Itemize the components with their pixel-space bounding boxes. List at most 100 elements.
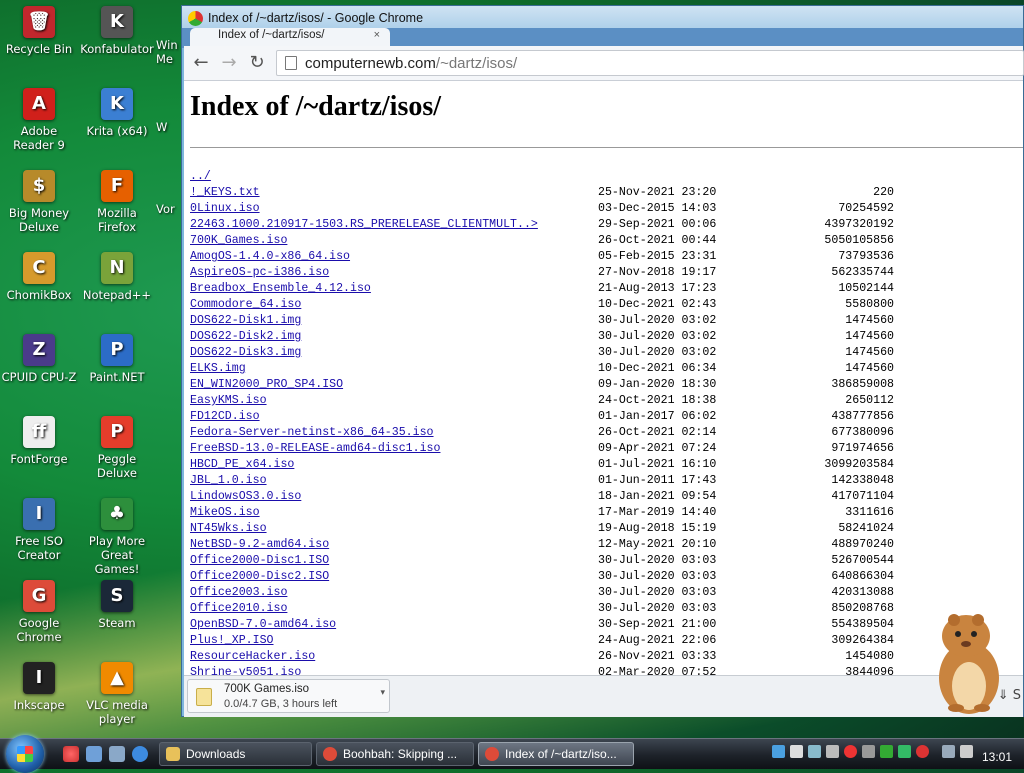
file-size: 220 <box>873 186 894 199</box>
desktop-icon[interactable]: P Paint.NET <box>78 334 156 384</box>
file-link[interactable]: AspireOS-pc-i386.iso <box>190 265 329 281</box>
desktop-icon[interactable]: N Notepad++ <box>78 252 156 302</box>
desktop-icon[interactable]: I Free ISO Creator <box>0 498 78 562</box>
file-link[interactable]: Commodore_64.iso <box>190 297 301 313</box>
file-link[interactable]: Fedora-Server-netinst-x86_64-35.iso <box>190 425 434 441</box>
quicklaunch-chrome-icon[interactable] <box>63 746 79 762</box>
file-link[interactable]: LindowsOS3.0.iso <box>190 489 301 505</box>
file-link[interactable]: FD12CD.iso <box>190 409 260 425</box>
tray-update-icon[interactable] <box>880 745 893 758</box>
tray-volume-icon[interactable] <box>960 745 973 758</box>
desktop-icon-label: VLC media player <box>86 698 148 726</box>
file-link[interactable]: Office2003.iso <box>190 585 287 601</box>
quicklaunch-show-desktop-icon[interactable] <box>86 746 102 762</box>
file-link[interactable]: DOS622-Disk3.img <box>190 345 301 361</box>
tray-network-icon[interactable] <box>772 745 785 758</box>
desktop-icon[interactable]: K Konfabulator <box>78 6 156 56</box>
file-row: !_KEYS.txt 25-Nov-2021 23:20 220 <box>190 185 1020 201</box>
file-link[interactable]: 700K_Games.iso <box>190 233 287 249</box>
download-item[interactable]: 700K Games.iso 0.0/4.7 GB, 3 hours left … <box>187 679 390 713</box>
tray-stop-icon[interactable] <box>916 745 929 758</box>
big-money-icon: $ <box>23 170 55 202</box>
taskbar-button[interactable]: Downloads <box>159 742 312 766</box>
tab-index-of-isos[interactable]: Index of /~dartz/isos/ × <box>190 28 390 46</box>
desktop-icon[interactable]: F Mozilla Firefox <box>78 170 156 234</box>
desktop-icon[interactable]: P Peggle Deluxe <box>78 416 156 480</box>
file-link[interactable]: JBL_1.0.iso <box>190 473 267 489</box>
file-link[interactable]: Breadbox_Ensemble_4.12.iso <box>190 281 371 297</box>
desktop-icon[interactable]: $ Big Money Deluxe <box>0 170 78 234</box>
desktop-icon[interactable]: I Inkscape <box>0 662 78 712</box>
taskbar-button-label: Boohbah: Skipping ... <box>343 747 458 761</box>
file-row: FD12CD.iso 01-Jan-2017 06:02 438777856 <box>190 409 1020 425</box>
url-domain: computernewb.com <box>305 55 436 72</box>
desktop-icon[interactable]: C ChomikBox <box>0 252 78 302</box>
desktop-icon[interactable]: 🗑 Recycle Bin <box>0 6 78 56</box>
file-link[interactable]: !_KEYS.txt <box>190 185 260 201</box>
tray-alert-icon[interactable] <box>844 745 857 758</box>
desktop-icon-label: Free ISO Creator <box>15 534 63 562</box>
file-row: FreeBSD-13.0-RELEASE-amd64-disc1.iso 09-A… <box>190 441 1020 457</box>
file-row: JBL_1.0.iso 01-Jun-2011 17:43 142338048 <box>190 473 1020 489</box>
desktop-icon[interactable]: ▲ VLC media player <box>78 662 156 726</box>
desktop-icon[interactable]: ff FontForge <box>0 416 78 466</box>
tray-app-icon[interactable] <box>862 745 875 758</box>
page-title: Index of /~dartz/isos/ <box>190 91 442 122</box>
play-more-games-icon: ♣ <box>101 498 133 530</box>
tray-security-icon[interactable] <box>898 745 911 758</box>
file-row: Office2003.iso 30-Jul-2020 03:03 420313088 <box>190 585 1020 601</box>
file-size: 850208768 <box>831 602 894 615</box>
file-row: 700K_Games.iso 26-Oct-2021 00:44 505010585… <box>190 233 1020 249</box>
tray-monitor-icon[interactable] <box>790 745 803 758</box>
file-link[interactable]: OpenBSD-7.0-amd64.iso <box>190 617 336 633</box>
file-link[interactable]: 22463.1000.210917-1503.RS_PRERELEASE_CLI… <box>190 217 538 233</box>
parent-directory-link[interactable]: ../ <box>190 169 211 185</box>
file-link[interactable]: NetBSD-9.2-amd64.iso <box>190 537 329 553</box>
desktop-icon[interactable]: Z CPUID CPU-Z <box>0 334 78 384</box>
desktop-icon[interactable]: G Google Chrome <box>0 580 78 644</box>
quicklaunch-switch-windows-icon[interactable] <box>109 746 125 762</box>
file-link[interactable]: Shrine-v5051.iso <box>190 665 301 675</box>
file-link[interactable]: Office2000-Disc1.ISO <box>190 553 329 569</box>
back-button[interactable]: ← <box>190 52 212 74</box>
file-link[interactable]: DOS622-Disk2.img <box>190 329 301 345</box>
file-link[interactable]: FreeBSD-13.0-RELEASE-amd64-disc1.iso <box>190 441 440 457</box>
file-link[interactable]: EN_WIN2000_PRO_SP4.ISO <box>190 377 343 393</box>
file-link[interactable]: ELKS.img <box>190 361 246 377</box>
quicklaunch-internet-explorer-icon[interactable] <box>132 746 148 762</box>
file-link[interactable]: MikeOS.iso <box>190 505 260 521</box>
chevron-down-icon[interactable]: ▾ <box>380 688 385 698</box>
file-link[interactable]: Plus!_XP.ISO <box>190 633 274 649</box>
file-link[interactable]: NT45Wks.iso <box>190 521 267 537</box>
desktop-icon[interactable]: A Adobe Reader 9 <box>0 88 78 152</box>
file-link[interactable]: Office2010.iso <box>190 601 287 617</box>
windows-logo-icon <box>17 746 33 762</box>
tray-usb-icon[interactable] <box>826 745 839 758</box>
taskbar-button[interactable]: Boohbah: Skipping ... <box>316 742 474 766</box>
desktop-icon[interactable]: K Krita (x64) <box>78 88 156 138</box>
adobe-reader-icon: A <box>23 88 55 120</box>
desktop-icon[interactable]: ♣ Play More Great Games! <box>78 498 156 576</box>
file-link[interactable]: EasyKMS.iso <box>190 393 267 409</box>
file-link[interactable]: Office2000-Disc2.ISO <box>190 569 329 585</box>
address-bar[interactable]: computernewb.com/~dartz/isos/ <box>276 50 1024 76</box>
file-link[interactable]: HBCD_PE_x64.iso <box>190 457 294 473</box>
tray-device-icon[interactable] <box>808 745 821 758</box>
file-link[interactable]: DOS622-Disk1.img <box>190 313 301 329</box>
desktop-icon-label: Krita (x64) <box>86 124 148 138</box>
taskbar-button[interactable]: Index of /~dartz/iso... <box>478 742 634 766</box>
file-link[interactable]: ResourceHacker.iso <box>190 649 315 665</box>
file-link[interactable]: AmogOS-1.4.0-x86_64.iso <box>190 249 350 265</box>
desktop-icon-label: Google Chrome <box>16 616 62 644</box>
forward-button[interactable]: → <box>218 52 240 74</box>
file-date: 30-Jul-2020 03:03 <box>598 570 717 583</box>
file-link[interactable]: 0Linux.iso <box>190 201 260 217</box>
start-button[interactable] <box>6 735 44 773</box>
tray-network-status-icon[interactable] <box>942 745 955 758</box>
reload-button[interactable]: ↻ <box>246 52 268 74</box>
parent-row: ../ <box>190 169 1020 185</box>
desktop-icon-label: Paint.NET <box>89 370 145 384</box>
clock[interactable]: 13:01 <box>982 750 1012 764</box>
tab-close-icon[interactable]: × <box>374 29 380 41</box>
desktop-icon[interactable]: S Steam <box>78 580 156 630</box>
